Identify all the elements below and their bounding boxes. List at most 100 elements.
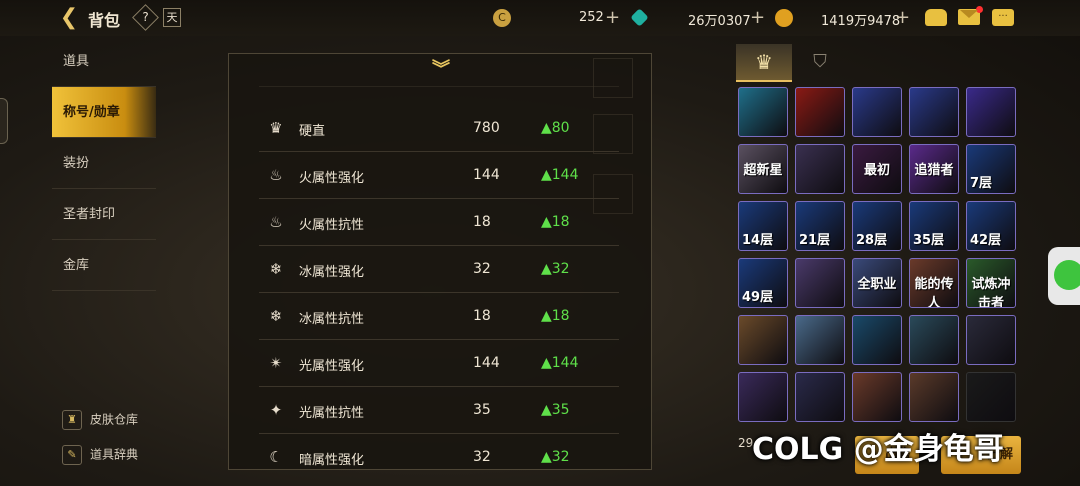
stagger-icon: ♛ xyxy=(269,119,283,137)
title-cell-gold-medal-round[interactable] xyxy=(852,315,902,365)
title-cell-all-class-title[interactable]: 全职业 xyxy=(852,258,902,308)
add-currency-button[interactable]: + xyxy=(605,7,620,28)
title-cell-cyan-bird-title[interactable] xyxy=(738,87,788,137)
coin-c-icon: C xyxy=(493,9,511,27)
treasure-bag-icon[interactable] xyxy=(925,9,947,26)
stat-name: 冰属性抗性 xyxy=(299,312,365,327)
currency-coins: C 252 + xyxy=(493,7,623,29)
item-dictionary-link[interactable]: ✎ 道具辞典 xyxy=(62,445,138,465)
stat-bonus: ▲144 xyxy=(541,355,579,371)
title-cell-label: 42层 xyxy=(970,233,1002,248)
title-cell-girl-portrait[interactable] xyxy=(795,144,845,194)
light-resist-icon: ✦ xyxy=(269,401,283,419)
stat-value: 780 xyxy=(473,120,500,136)
stat-name: 火属性强化 xyxy=(299,171,365,186)
title-cell-red-figure-title[interactable] xyxy=(795,87,845,137)
stat-value: 18 xyxy=(473,214,491,230)
watermark: COLG @金身龟哥 xyxy=(752,432,1004,467)
title-cell-floor-21[interactable]: 21层 xyxy=(795,201,845,251)
title-cell-first-title[interactable]: 最初 xyxy=(852,144,902,194)
stat-name: 冰属性强化 xyxy=(299,265,365,280)
sidebar-item-saint-seal[interactable]: 圣者封印 xyxy=(52,189,156,240)
add-currency-button[interactable]: + xyxy=(750,7,765,28)
sidebar-item-items[interactable]: 道具 xyxy=(52,36,156,87)
title-cell-girl-red[interactable] xyxy=(852,372,902,422)
wechat-float-button[interactable] xyxy=(1048,247,1080,305)
currency-gems: 26万0307 + xyxy=(630,7,770,29)
title-cell-label: 14层 xyxy=(742,233,774,248)
dark-enhance-icon: ☾ xyxy=(269,448,283,466)
fire-enhance-icon: ♨ xyxy=(269,166,283,184)
sidebar-item-vault[interactable]: 金库 xyxy=(52,240,156,291)
stat-row: ✦ 光属性抗性 35 ▲35 xyxy=(259,387,619,434)
add-currency-button[interactable]: + xyxy=(895,7,910,28)
stat-bonus: ▲32 xyxy=(541,261,570,277)
stat-name: 光属性抗性 xyxy=(299,406,365,421)
title-cell-heir-title[interactable]: 能的传人 xyxy=(909,258,959,308)
stat-row: ♛ 硬直 780 ▲80 xyxy=(259,105,619,152)
title-cell-tower[interactable] xyxy=(795,315,845,365)
skin-wardrobe-label: 皮肤仓库 xyxy=(90,412,139,427)
title-cell-gold-medal-2[interactable] xyxy=(909,87,959,137)
stat-value: 32 xyxy=(473,261,491,277)
title-cell-floor-28[interactable]: 28层 xyxy=(852,201,902,251)
stat-name: 光属性强化 xyxy=(299,359,365,374)
stat-bonus: ▲18 xyxy=(541,308,570,324)
ice-enhance-icon: ❄ xyxy=(269,260,283,278)
currency-gold: 1419万9478 + xyxy=(775,7,915,29)
stat-value: 18 xyxy=(473,308,491,324)
title-cell-label: 35层 xyxy=(913,233,945,248)
title-cell-gold-medal-1[interactable] xyxy=(852,87,902,137)
title-cell-label: 21层 xyxy=(799,233,831,248)
stat-value: 144 xyxy=(473,355,500,371)
title-cell-ship[interactable] xyxy=(909,315,959,365)
stat-bonus: ▲18 xyxy=(541,214,570,230)
title-cell-floor-7[interactable]: 7层 xyxy=(966,144,1016,194)
title-cell-gate[interactable] xyxy=(966,315,1016,365)
title-cell-supernova-title[interactable]: 超新星 xyxy=(738,144,788,194)
title-cell-floor-14[interactable]: 14层 xyxy=(738,201,788,251)
skin-wardrobe-link[interactable]: ♜ 皮肤仓库 xyxy=(62,410,138,430)
title-cell-green-medal[interactable] xyxy=(966,87,1016,137)
title-cell-label: 全职业 xyxy=(857,277,897,292)
title-cell-empty-slot[interactable] xyxy=(966,372,1016,422)
title-cell-trial-title[interactable]: 试炼冲击者 xyxy=(966,258,1016,308)
stat-name: 硬直 xyxy=(299,124,326,139)
stat-row: ✴ 光属性强化 144 ▲144 xyxy=(259,340,619,387)
light-enhance-icon: ✴ xyxy=(269,354,283,372)
title-cell-label: 追猎者 xyxy=(914,163,954,178)
sidebar-item-titles-medals[interactable]: 称号/勋章 xyxy=(52,87,156,138)
crown-medal-icon[interactable]: ♛ xyxy=(736,44,792,82)
help-label: ? xyxy=(142,10,149,24)
title-cell-label: 能的传人 xyxy=(914,277,954,308)
currency-value: 26万0307 xyxy=(688,14,751,29)
title-cell-label: 最初 xyxy=(863,163,890,178)
item-dictionary-icon: ✎ xyxy=(62,445,82,465)
badge-icon[interactable]: ⛉ xyxy=(806,48,834,76)
title-cell-hunter-title[interactable]: 追猎者 xyxy=(909,144,959,194)
stat-bonus: ▲144 xyxy=(541,167,579,183)
stats-panel[interactable]: ︾ ♛ 硬直 780 ▲80 ♨ 火属性强化 144 ▲144 ♨ 火属性抗性 … xyxy=(228,53,652,470)
title-cell-floor-35[interactable]: 35层 xyxy=(909,201,959,251)
title-cell-floor-42[interactable]: 42层 xyxy=(966,201,1016,251)
wechat-icon xyxy=(1054,260,1080,290)
title-cell-dark-creature[interactable] xyxy=(795,258,845,308)
sidebar-item-costume[interactable]: 装扮 xyxy=(52,138,156,189)
title-cell-label: 超新星 xyxy=(743,163,783,178)
gold-coin-icon xyxy=(775,9,793,27)
gem-icon xyxy=(630,8,649,27)
back-arrow-icon[interactable]: ❮ xyxy=(56,6,82,30)
title-cell-mech-beast[interactable] xyxy=(795,372,845,422)
chat-icon[interactable]: ··· xyxy=(992,9,1014,26)
title-cell-girl-flower[interactable] xyxy=(909,372,959,422)
stat-bonus: ▲35 xyxy=(541,402,570,418)
title-cell-golden-wing[interactable] xyxy=(738,315,788,365)
left-drawer-handle[interactable] xyxy=(0,98,8,144)
stat-name: 火属性抗性 xyxy=(299,218,365,233)
mail-icon[interactable] xyxy=(958,6,983,25)
title-cell-floor-49[interactable]: 49层 xyxy=(738,258,788,308)
title-cell-label: 49层 xyxy=(742,290,774,305)
calendar-button[interactable]: 天 xyxy=(163,8,181,27)
title-cell-purple-beast[interactable] xyxy=(738,372,788,422)
stat-row: ❄ 冰属性抗性 18 ▲18 xyxy=(259,293,619,340)
